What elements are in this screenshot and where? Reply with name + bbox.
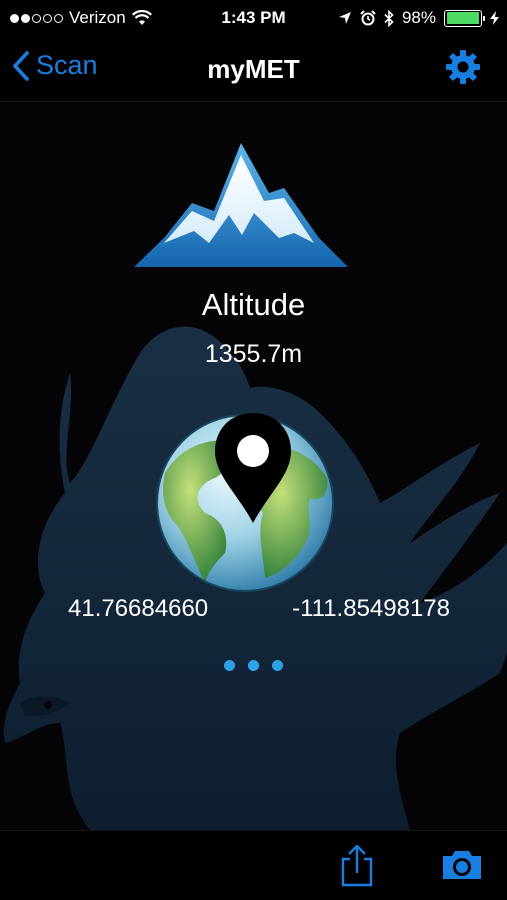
battery-icon bbox=[444, 9, 485, 27]
charging-bolt-icon bbox=[490, 11, 499, 25]
alarm-icon bbox=[360, 10, 376, 26]
bottom-toolbar bbox=[0, 830, 507, 900]
globe-location-icon bbox=[156, 413, 334, 592]
share-icon bbox=[341, 844, 373, 887]
main-content: Altitude 1355.7m 41.76684660 -111.854981… bbox=[0, 103, 507, 830]
share-button[interactable] bbox=[340, 844, 374, 892]
gear-icon bbox=[446, 50, 480, 84]
page-title: myMET bbox=[207, 54, 300, 84]
battery-percent: 98% bbox=[401, 8, 436, 27]
page-indicator[interactable] bbox=[0, 660, 507, 671]
page-dot[interactable] bbox=[272, 660, 283, 671]
settings-button[interactable] bbox=[445, 49, 481, 90]
navigation-bar: Scan myMET bbox=[0, 36, 507, 102]
longitude-value: -111.85498178 bbox=[292, 595, 450, 622]
status-right: 98% bbox=[338, 8, 499, 28]
location-arrow-icon bbox=[338, 12, 351, 24]
camera-icon bbox=[443, 851, 481, 879]
latitude-value: 41.76684660 bbox=[68, 595, 209, 622]
mountain-icon bbox=[134, 143, 348, 267]
page-dot[interactable] bbox=[224, 660, 235, 671]
altitude-value: 1355.7m bbox=[204, 340, 303, 368]
camera-button[interactable] bbox=[441, 849, 483, 886]
status-bar: Verizon 1:43 PM 98% bbox=[0, 0, 507, 36]
battery-fill bbox=[446, 12, 479, 24]
page-dot[interactable] bbox=[248, 660, 259, 671]
bluetooth-icon bbox=[384, 9, 394, 27]
altitude-label: Altitude bbox=[201, 287, 306, 322]
